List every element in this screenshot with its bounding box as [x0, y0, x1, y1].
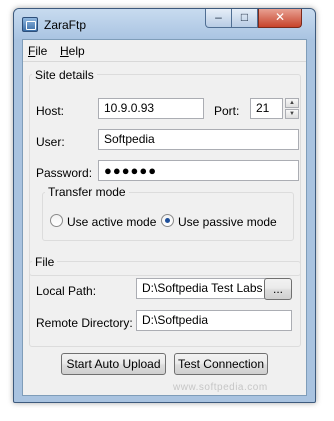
- remote-directory-label: Remote Directory:: [36, 316, 133, 330]
- local-path-input[interactable]: D:\Softpedia Test Labs: [136, 278, 279, 299]
- transfer-mode-legend: Transfer mode: [45, 185, 129, 199]
- active-mode-radio[interactable]: [50, 214, 63, 227]
- menu-help-label: elp: [68, 44, 85, 58]
- user-label: User:: [36, 135, 65, 149]
- user-input[interactable]: Softpedia: [98, 129, 299, 150]
- spin-up-icon[interactable]: ▲: [285, 98, 299, 108]
- title-bar[interactable]: ZaraFtp – □ ✕: [14, 9, 315, 39]
- file-legend: File: [32, 255, 58, 269]
- host-label: Host:: [36, 104, 65, 118]
- close-button[interactable]: ✕: [258, 9, 302, 28]
- app-window-icon: [22, 17, 38, 32]
- spin-down-icon[interactable]: ▼: [285, 109, 299, 119]
- host-input[interactable]: 10.9.0.93: [98, 98, 204, 119]
- passive-mode-radio[interactable]: [161, 214, 174, 227]
- port-input[interactable]: 21: [250, 98, 283, 119]
- menu-bar: File Help: [23, 40, 306, 62]
- passive-mode-label[interactable]: Use passive mode: [178, 215, 277, 229]
- active-mode-label[interactable]: Use active mode: [67, 215, 156, 229]
- menu-file[interactable]: File: [28, 44, 47, 58]
- zaraftp-window: ZaraFtp – □ ✕ File Help Site details Hos…: [13, 8, 316, 403]
- local-path-label: Local Path:: [36, 284, 97, 298]
- menu-help-accel: H: [60, 44, 69, 58]
- menu-file-label: ile: [35, 44, 48, 58]
- window-title: ZaraFtp: [44, 18, 87, 32]
- site-details-legend: Site details: [32, 68, 97, 82]
- minimize-button[interactable]: –: [205, 9, 232, 28]
- port-label: Port:: [214, 104, 240, 118]
- start-auto-upload-button[interactable]: Start Auto Upload: [61, 353, 166, 375]
- file-group: [29, 261, 301, 347]
- softpedia-watermark: www.softpedia.com: [173, 382, 268, 393]
- remote-directory-input[interactable]: D:\Softpedia: [136, 310, 292, 331]
- test-connection-button[interactable]: Test Connection: [174, 353, 268, 375]
- menu-help[interactable]: Help: [60, 44, 85, 58]
- password-input[interactable]: ●●●●●●: [98, 160, 299, 181]
- browse-button[interactable]: ...: [264, 278, 292, 300]
- client-area: File Help Site details Host: 10.9.0.93 P…: [22, 39, 307, 396]
- maximize-button[interactable]: □: [232, 9, 258, 28]
- password-label: Password:: [36, 166, 93, 180]
